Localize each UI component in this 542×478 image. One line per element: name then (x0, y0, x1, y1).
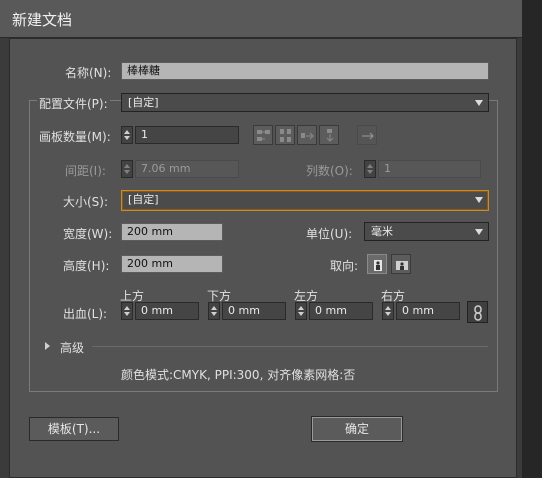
chevron-down-icon (475, 229, 483, 235)
units-select-value: 毫米 (371, 225, 393, 238)
artboards-label: 画板数量(M): (39, 130, 111, 144)
link-chain-icon[interactable] (467, 301, 488, 323)
spacing-input[interactable]: 7.06 mm (135, 160, 239, 178)
spin-down-icon (211, 312, 217, 316)
columns-input[interactable]: 1 (378, 160, 481, 178)
arrange-by-row-icon[interactable] (297, 125, 317, 145)
profile-label: 配置文件(P): (37, 95, 110, 112)
spin-up-icon (124, 306, 130, 310)
landscape-orientation-icon[interactable] (391, 254, 411, 274)
units-select[interactable]: 毫米 (364, 222, 489, 241)
size-select[interactable]: [自定] (121, 190, 489, 211)
expand-triangle-icon[interactable] (45, 342, 50, 350)
units-label: 单位(U): (306, 227, 353, 241)
document-info-text: 颜色模式:CMYK, PPI:300, 对齐像素网格:否 (121, 368, 356, 382)
advanced-label[interactable]: 高级 (60, 339, 84, 356)
ok-button[interactable]: 确定 (312, 417, 402, 441)
name-label: 名称(N): (65, 66, 112, 80)
profile-select-value: [自定] (128, 96, 159, 109)
bleed-top-stepper[interactable] (121, 302, 133, 320)
width-label: 宽度(W): (63, 227, 113, 241)
columns-label: 列数(O): (306, 164, 353, 178)
spin-up-icon (124, 164, 130, 168)
spin-up-icon (211, 306, 217, 310)
templates-button[interactable]: 模板(T)... (29, 417, 119, 441)
right-to-left-arrow-icon[interactable] (357, 125, 377, 145)
bleed-bottom-stepper[interactable] (208, 302, 220, 320)
background-strip (522, 0, 542, 478)
spin-up-icon (385, 306, 391, 310)
grid-by-column-icon[interactable] (275, 125, 295, 145)
bleed-left-input[interactable]: 0 mm (309, 302, 373, 320)
bleed-label: 出血(L): (63, 307, 108, 321)
bleed-right-stepper[interactable] (382, 302, 394, 320)
size-select-value: [自定] (128, 193, 159, 206)
artboards-stepper[interactable] (121, 126, 133, 144)
bleed-right-input[interactable]: 0 mm (396, 302, 460, 320)
title-bar: 新建文档 (0, 0, 522, 38)
size-label: 大小(S): (63, 195, 109, 209)
spin-down-icon (124, 170, 130, 174)
spin-up-icon (367, 164, 373, 168)
spin-down-icon (124, 312, 130, 316)
name-input[interactable]: 棒棒糖 (121, 62, 489, 80)
orientation-label: 取向: (330, 259, 359, 273)
portrait-orientation-icon[interactable] (367, 254, 387, 274)
spacing-label: 间距(I): (65, 164, 106, 178)
advanced-divider (92, 346, 488, 347)
bleed-left-stepper[interactable] (295, 302, 307, 320)
spin-up-icon (298, 306, 304, 310)
spin-up-icon (124, 130, 130, 134)
bleed-top-input[interactable]: 0 mm (135, 302, 199, 320)
height-input[interactable]: 200 mm (121, 255, 223, 273)
width-input[interactable]: 200 mm (121, 223, 223, 241)
arrange-by-column-icon[interactable] (319, 125, 339, 145)
spacing-stepper[interactable] (121, 160, 133, 178)
grid-by-row-icon[interactable] (253, 125, 273, 145)
spin-down-icon (298, 312, 304, 316)
spin-down-icon (124, 136, 130, 140)
chevron-down-icon (475, 100, 483, 106)
columns-stepper[interactable] (364, 160, 376, 178)
height-label: 高度(H): (63, 259, 110, 273)
spin-down-icon (385, 312, 391, 316)
spin-down-icon (367, 170, 373, 174)
window-title: 新建文档 (12, 11, 73, 29)
profile-select[interactable]: [自定] (121, 93, 489, 112)
artboards-input[interactable]: 1 (135, 126, 239, 144)
bleed-bottom-input[interactable]: 0 mm (222, 302, 286, 320)
chevron-down-icon (475, 197, 483, 203)
